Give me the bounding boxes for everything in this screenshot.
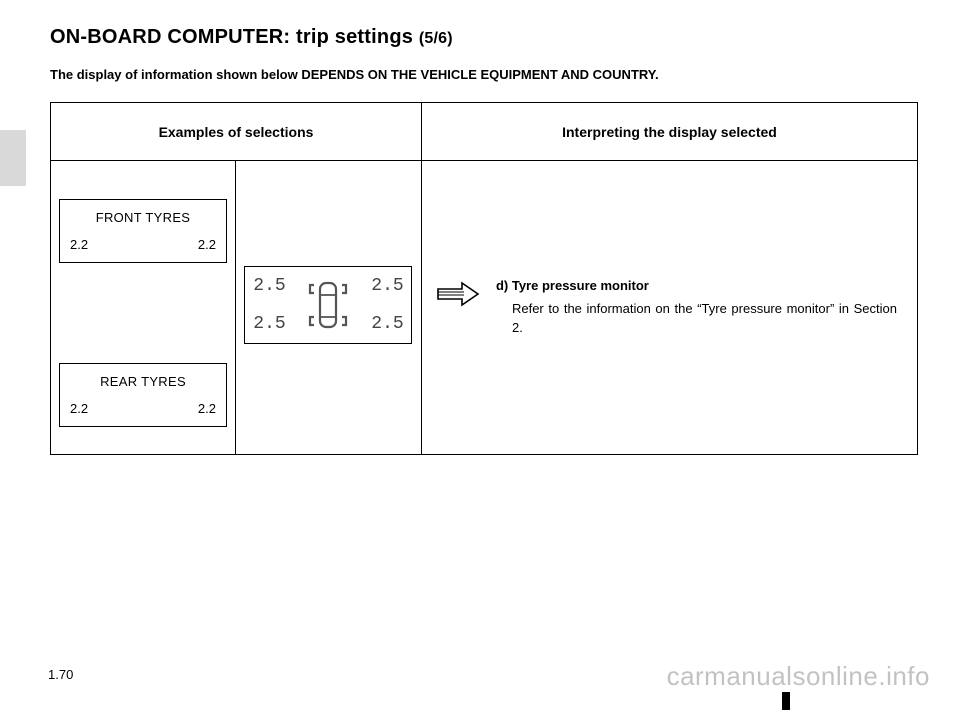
- rear-tyres-title: REAR TYRES: [68, 374, 218, 389]
- rear-tyres-box: REAR TYRES 2.2 2.2: [59, 363, 227, 427]
- car-icon: [293, 275, 363, 335]
- disclaimer-text: The display of information shown below D…: [50, 67, 914, 82]
- front-tyre-left-value: 2.2: [70, 237, 88, 252]
- rear-tyre-left-value: 2.2: [70, 401, 88, 416]
- examples-display-column: 2.5: [236, 161, 422, 455]
- header-examples: Examples of selections: [51, 103, 422, 161]
- page-title: ON-BOARD COMPUTER: trip settings (5/6): [50, 26, 914, 49]
- watermark-text: carmanualsonline.info: [667, 661, 930, 692]
- print-mark: [782, 692, 790, 710]
- page-number: 1.70: [48, 667, 73, 682]
- arrow-icon: [436, 281, 480, 312]
- title-main: ON-BOARD COMPUTER: trip settings: [50, 26, 413, 48]
- lcd-rear-left: 2.5: [245, 314, 293, 334]
- front-tyres-title: FRONT TYRES: [68, 210, 218, 225]
- lcd-front-right: 2.5: [363, 276, 411, 296]
- header-interpreting: Interpreting the display selected: [421, 103, 917, 161]
- trip-settings-table: Examples of selections Interpreting the …: [50, 102, 918, 455]
- lcd-rear-right: 2.5: [363, 314, 411, 334]
- interpretation-body: Refer to the information on the “Tyre pr…: [496, 300, 897, 338]
- interpretation-heading: d) Tyre pressure monitor: [496, 277, 897, 296]
- examples-text-column: FRONT TYRES 2.2 2.2 REAR TYRES 2.2 2.2: [51, 161, 236, 455]
- title-part: (5/6): [419, 30, 453, 47]
- lcd-display: 2.5: [244, 266, 412, 344]
- side-tab: [0, 130, 26, 186]
- front-tyre-right-value: 2.2: [198, 237, 216, 252]
- rear-tyre-right-value: 2.2: [198, 401, 216, 416]
- lcd-front-left: 2.5: [245, 276, 293, 296]
- front-tyres-box: FRONT TYRES 2.2 2.2: [59, 199, 227, 263]
- interpretation-column: d) Tyre pressure monitor Refer to the in…: [421, 161, 917, 455]
